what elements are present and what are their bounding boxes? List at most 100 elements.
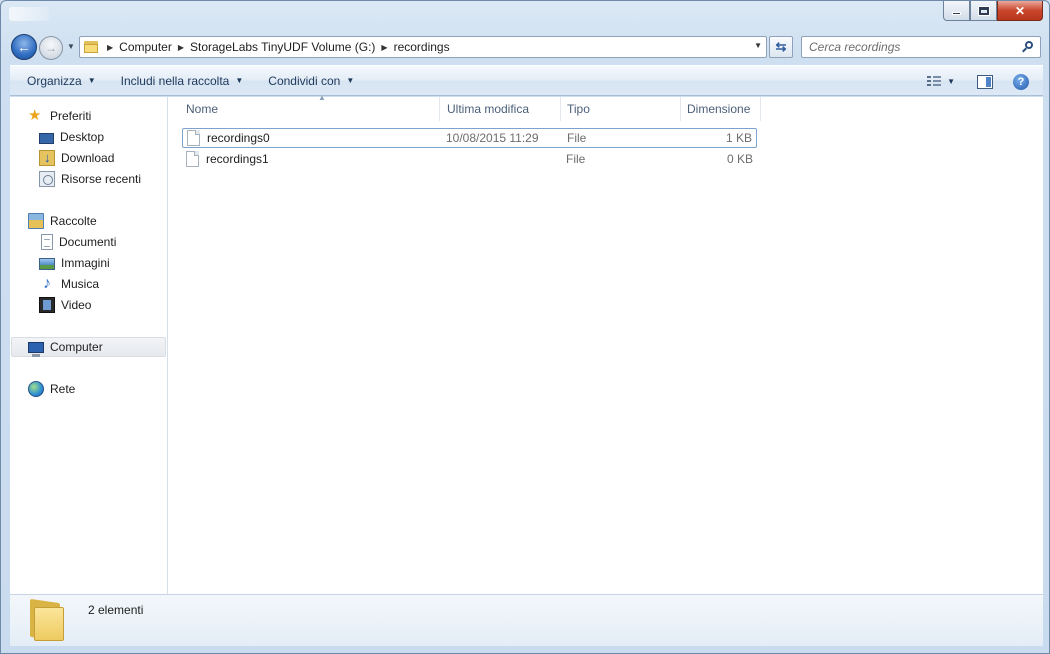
sidebar-item-label: Video bbox=[61, 298, 92, 312]
documents-icon bbox=[41, 234, 53, 250]
sidebar-item-music[interactable]: ♪ Musica bbox=[39, 274, 99, 294]
change-view-button[interactable]: ▼ bbox=[927, 76, 955, 87]
video-film-icon bbox=[39, 297, 55, 313]
column-header-size[interactable]: Dimensione bbox=[681, 97, 761, 121]
organize-menu[interactable]: Organizza ▼ bbox=[27, 74, 96, 88]
file-type: File bbox=[566, 152, 586, 166]
breadcrumb-separator-icon[interactable]: ▶ bbox=[381, 43, 387, 52]
chevron-down-icon: ▼ bbox=[87, 76, 96, 85]
file-modified: 10/08/2015 11:29 bbox=[446, 131, 539, 145]
chevron-down-icon: ▼ bbox=[947, 77, 955, 86]
sidebar-item-label: Desktop bbox=[60, 130, 105, 144]
column-header-name[interactable]: ▲ Nome bbox=[180, 93, 440, 121]
share-with-label: Condividi con bbox=[268, 73, 341, 88]
address-bar[interactable]: ▶ Computer ▶ StorageLabs TinyUDF Volume … bbox=[79, 36, 767, 58]
preview-pane-icon[interactable] bbox=[977, 74, 993, 89]
sidebar-item-documents[interactable]: Documenti bbox=[39, 232, 116, 252]
forward-button[interactable]: → bbox=[39, 36, 63, 60]
search-placeholder: Cerca recordings bbox=[809, 40, 901, 54]
column-header-modified[interactable]: Ultima modifica bbox=[441, 97, 561, 121]
close-button[interactable]: ✕ bbox=[997, 1, 1043, 21]
sidebar-item-computer[interactable]: Computer bbox=[11, 337, 166, 357]
desktop-icon bbox=[39, 132, 54, 144]
recent-places-icon bbox=[39, 171, 55, 187]
navigation-pane: ★ Preferiti Desktop Download Risorse rec… bbox=[10, 97, 168, 594]
sidebar-item-label: Computer bbox=[50, 340, 103, 354]
breadcrumb-recordings[interactable]: recordings bbox=[394, 40, 450, 54]
details-pane: 2 elementi bbox=[10, 594, 1043, 646]
sidebar-item-download[interactable]: Download bbox=[39, 148, 114, 168]
sidebar-item-video[interactable]: Video bbox=[39, 295, 91, 315]
chevron-down-icon: ▼ bbox=[346, 76, 355, 85]
sidebar-item-libraries[interactable]: Raccolte bbox=[28, 211, 97, 231]
maximize-icon bbox=[978, 6, 989, 15]
chevron-down-icon: ▼ bbox=[235, 76, 244, 85]
minimize-button[interactable] bbox=[943, 1, 970, 21]
back-arrow-icon: ← bbox=[17, 39, 31, 55]
file-icon bbox=[187, 130, 200, 146]
refresh-button[interactable]: ⇆ bbox=[769, 36, 793, 58]
music-note-icon: ♪ bbox=[43, 275, 51, 292]
sidebar-item-favorites[interactable]: ★ Preferiti bbox=[28, 106, 91, 126]
file-name: recordings1 bbox=[206, 152, 269, 166]
search-icon[interactable] bbox=[1022, 41, 1034, 53]
download-folder-icon bbox=[39, 150, 55, 166]
breadcrumb-computer[interactable]: Computer bbox=[119, 40, 172, 54]
breadcrumb-volume[interactable]: StorageLabs TinyUDF Volume (G:) bbox=[190, 40, 375, 54]
file-size: 1 KB bbox=[725, 131, 752, 145]
explorer-window: ✕ ← → ▼ ▶ Computer ▶ StorageLabs TinyUDF… bbox=[0, 0, 1050, 654]
sidebar-item-desktop[interactable]: Desktop bbox=[39, 127, 104, 147]
column-header-label: Dimensione bbox=[687, 102, 751, 116]
folder-icon bbox=[30, 598, 66, 642]
folder-icon bbox=[83, 40, 99, 54]
address-dropdown-icon[interactable]: ▼ bbox=[754, 41, 762, 50]
search-input[interactable]: Cerca recordings bbox=[801, 36, 1041, 58]
address-row: ← → ▼ ▶ Computer ▶ StorageLabs TinyUDF V… bbox=[1, 31, 1050, 63]
breadcrumb-separator-icon[interactable]: ▶ bbox=[107, 43, 113, 52]
back-button[interactable]: ← bbox=[11, 34, 37, 60]
minimize-icon bbox=[952, 12, 961, 15]
sidebar-item-label: Immagini bbox=[61, 256, 110, 270]
pictures-icon bbox=[39, 258, 55, 270]
breadcrumb-separator-icon[interactable]: ▶ bbox=[178, 43, 184, 52]
share-with-menu[interactable]: Condividi con ▼ bbox=[268, 74, 354, 88]
details-view-icon bbox=[927, 76, 942, 87]
sidebar-item-recent[interactable]: Risorse recenti bbox=[39, 169, 141, 189]
sidebar-item-network[interactable]: Rete bbox=[28, 379, 75, 399]
sidebar-item-label: Preferiti bbox=[50, 109, 92, 123]
file-type: File bbox=[567, 131, 587, 145]
maximize-button[interactable] bbox=[970, 1, 997, 21]
file-list-pane: ▲ Nome Ultima modifica Tipo Dimensione r… bbox=[168, 93, 1043, 594]
sidebar-item-label: Risorse recenti bbox=[61, 172, 142, 186]
sidebar-item-label: Musica bbox=[61, 277, 100, 291]
window-title bbox=[9, 7, 49, 21]
recent-pages-dropdown-icon[interactable]: ▼ bbox=[67, 42, 75, 51]
sidebar-item-label: Download bbox=[61, 151, 115, 165]
help-icon[interactable]: ? bbox=[1013, 73, 1029, 90]
column-header-label: Ultima modifica bbox=[447, 102, 530, 116]
file-size: 0 KB bbox=[726, 152, 753, 166]
table-row[interactable]: recordings1 File 0 KB bbox=[182, 149, 757, 169]
refresh-icon: ⇆ bbox=[775, 39, 787, 54]
network-icon bbox=[28, 381, 44, 397]
table-row[interactable]: recordings0 10/08/2015 11:29 File 1 KB bbox=[182, 128, 757, 148]
command-bar: Organizza ▼ Includi nella raccolta ▼ Condi… bbox=[10, 65, 1043, 96]
column-header-label: Tipo bbox=[567, 102, 590, 116]
column-header-type[interactable]: Tipo bbox=[561, 97, 681, 121]
sidebar-item-label: Raccolte bbox=[50, 214, 97, 228]
item-count: 2 elementi bbox=[88, 603, 144, 617]
include-in-library-label: Includi nella raccolta bbox=[120, 73, 230, 88]
caption-buttons: ✕ bbox=[943, 1, 1043, 21]
organize-label: Organizza bbox=[27, 73, 82, 88]
computer-icon bbox=[28, 342, 44, 357]
file-icon bbox=[186, 151, 199, 167]
libraries-icon bbox=[28, 213, 44, 229]
column-header-label: Nome bbox=[186, 102, 219, 116]
close-icon: ✕ bbox=[1014, 3, 1026, 18]
forward-arrow-icon: → bbox=[45, 41, 57, 55]
sort-ascending-icon: ▲ bbox=[318, 93, 326, 102]
sidebar-item-images[interactable]: Immagini bbox=[39, 253, 110, 273]
sidebar-item-label: Documenti bbox=[59, 235, 117, 249]
star-icon: ★ bbox=[28, 107, 42, 124]
include-in-library-menu[interactable]: Includi nella raccolta ▼ bbox=[121, 74, 244, 88]
